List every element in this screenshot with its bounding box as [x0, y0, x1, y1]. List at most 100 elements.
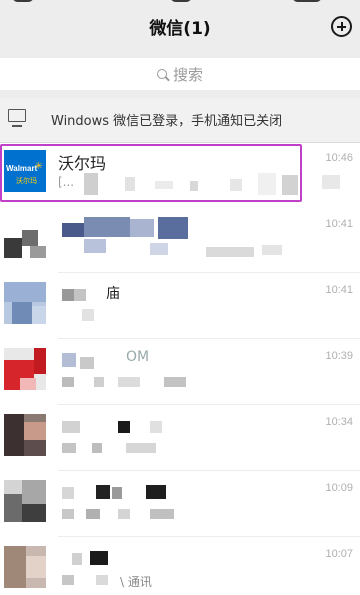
redacted-block	[84, 217, 130, 237]
search-icon	[156, 69, 167, 79]
redacted-block	[146, 485, 166, 499]
redacted-block	[190, 181, 198, 191]
chat-row[interactable]: \ 通讯 10:07	[0, 539, 360, 595]
avatar	[4, 480, 46, 522]
avatar-pixel	[22, 230, 38, 246]
redacted-block	[86, 509, 100, 519]
redacted-block	[62, 443, 76, 453]
redacted-block	[80, 357, 94, 369]
redacted-block	[164, 377, 186, 387]
redacted-block	[82, 309, 94, 321]
status-glyph	[12, 0, 34, 2]
chat-row[interactable]: 10:09	[0, 473, 360, 537]
avatar-logo-subtext: 沃尔玛	[16, 177, 37, 185]
redacted-block	[206, 247, 254, 257]
redacted-block	[74, 289, 86, 301]
redacted-block	[155, 181, 173, 189]
status-bar-edge	[0, 0, 360, 4]
avatar	[4, 216, 46, 258]
chat-row-walmart[interactable]: Walmart ✳ 沃尔玛 沃尔玛 [... 10:46	[0, 143, 360, 207]
chat-preview: \ 通讯	[120, 575, 152, 589]
redacted-block	[282, 175, 298, 195]
top-bar: 微信(1)	[0, 0, 360, 54]
chat-time: 10:46	[325, 152, 353, 164]
redacted-block	[118, 509, 130, 519]
chat-row[interactable]: OM 10:39	[0, 341, 360, 405]
redacted-block	[96, 485, 110, 499]
redacted-block	[130, 219, 154, 237]
chat-row[interactable]: 庙 10:41	[0, 275, 360, 339]
plus-circle-icon[interactable]	[331, 16, 352, 37]
redacted-block	[94, 377, 104, 387]
chat-row[interactable]: 10:34	[0, 407, 360, 471]
redacted-block	[62, 509, 74, 519]
chat-name: OM	[126, 349, 150, 365]
avatar-pixel	[4, 282, 46, 302]
avatar-pixel	[4, 546, 26, 588]
redacted-block	[230, 179, 242, 191]
redacted-block	[90, 551, 108, 565]
chat-time: 10:41	[325, 218, 353, 230]
walmart-logo-avatar: Walmart ✳ 沃尔玛	[4, 150, 46, 192]
avatar-logo-text: Walmart	[6, 164, 38, 173]
avatar-pixel	[32, 306, 46, 324]
avatar-pixel	[22, 504, 46, 522]
redacted-block	[158, 217, 188, 239]
redacted-block	[62, 487, 74, 499]
redacted-block	[150, 509, 174, 519]
status-glyph	[292, 0, 322, 2]
avatar-pixel	[24, 422, 46, 440]
redacted-block	[96, 575, 108, 585]
desktop-login-notice[interactable]: Windows 微信已登录，手机通知已关闭	[0, 98, 360, 143]
monitor-icon	[8, 109, 26, 127]
row-divider	[58, 536, 360, 537]
redacted-block	[118, 421, 130, 433]
avatar-pixel	[24, 440, 46, 456]
status-glyph	[170, 0, 192, 2]
wechat-chat-list-screen: 微信(1) 搜索 Windows 微信已登录，手机通知已关闭 Walmart ✳…	[0, 0, 360, 595]
search-area: 搜索	[0, 54, 360, 98]
redacted-block	[118, 377, 140, 387]
redacted-block	[62, 421, 80, 433]
avatar-pixel	[34, 348, 46, 374]
chat-preview: [...	[58, 175, 75, 189]
chat-time: 10:41	[325, 284, 353, 296]
avatar-pixel	[4, 414, 24, 456]
chat-time: 10:34	[325, 416, 353, 428]
notice-text: Windows 微信已登录，手机通知已关闭	[51, 114, 283, 129]
redacted-block	[150, 421, 162, 433]
avatar-pixel	[22, 480, 46, 504]
redacted-block	[150, 243, 168, 255]
avatar	[4, 348, 46, 390]
avatar-pixel	[20, 378, 36, 390]
redacted-block	[84, 239, 106, 253]
redacted-block	[62, 377, 74, 387]
avatar-pixel	[4, 494, 22, 522]
chat-time: 10:09	[325, 482, 353, 494]
redacted-block	[84, 173, 98, 195]
chat-time: 10:39	[325, 350, 353, 362]
redacted-block	[322, 175, 340, 189]
chat-list: Walmart ✳ 沃尔玛 沃尔玛 [... 10:46 10:41 庙 10:…	[0, 143, 360, 595]
avatar	[4, 414, 46, 456]
redacted-block	[126, 443, 156, 453]
spark-icon: ✳	[34, 161, 43, 172]
row-divider	[58, 404, 360, 405]
avatar-pixel	[12, 302, 32, 324]
search-bar[interactable]: 搜索	[0, 58, 360, 90]
redacted-block	[62, 353, 76, 367]
avatar-pixel	[26, 556, 46, 578]
chat-name: 庙	[106, 286, 120, 302]
page-title: 微信(1)	[149, 19, 211, 39]
avatar-pixel	[4, 238, 22, 258]
redacted-block	[125, 177, 135, 191]
row-divider	[58, 272, 360, 273]
chat-row[interactable]: 10:41	[0, 209, 360, 273]
search-label: 搜索	[172, 65, 203, 84]
avatar-pixel	[30, 246, 46, 258]
redacted-block	[62, 223, 84, 237]
redacted-block	[62, 289, 74, 301]
redacted-block	[62, 575, 74, 585]
redacted-block	[112, 487, 122, 499]
avatar	[4, 282, 46, 324]
